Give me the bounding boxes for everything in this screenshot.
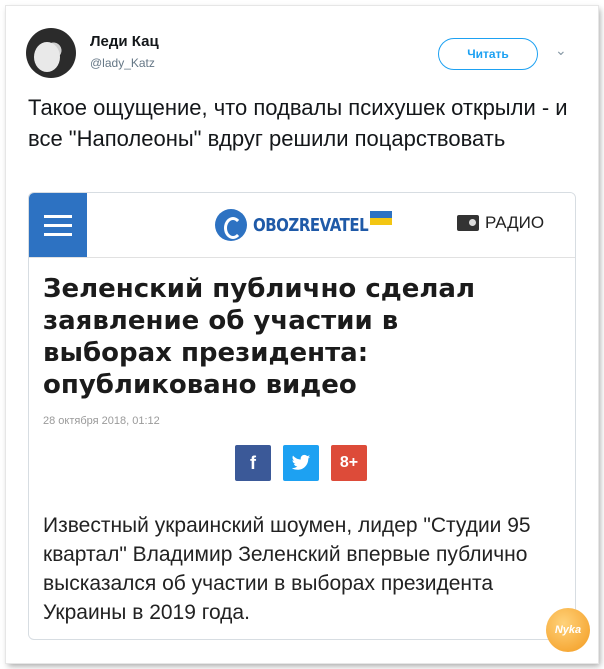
site-name: OBOZREVATEL <box>253 214 369 236</box>
googleplus-share-button[interactable]: 8+ <box>331 445 367 481</box>
article-date: 28 октября 2018, 01:12 <box>43 415 160 427</box>
twitter-bird-icon <box>291 454 311 470</box>
avatar[interactable] <box>26 28 76 78</box>
facebook-share-button[interactable]: f <box>235 445 271 481</box>
article-headline[interactable]: Зеленский публично сделал заявление об у… <box>43 273 513 401</box>
article-lead: Известный украинский шоумен, лидер "Студ… <box>43 514 531 624</box>
follow-button[interactable]: Читать <box>438 38 538 70</box>
author-name[interactable]: Леди Кац <box>90 33 159 50</box>
article-card[interactable]: OBOZREVATEL РАДИО Зеленский публично сде… <box>28 192 576 640</box>
twitter-share-button[interactable] <box>283 445 319 481</box>
site-header: OBOZREVATEL РАДИО <box>29 193 575 258</box>
ukraine-flag-icon <box>370 211 393 225</box>
radio-label: РАДИО <box>485 213 545 232</box>
author-handle[interactable]: @lady_Katz <box>90 56 155 70</box>
tweet-text: Такое ощущение, что подвалы психушек отк… <box>28 95 568 151</box>
radio-icon <box>457 215 479 231</box>
hamburger-menu-icon[interactable] <box>29 193 87 257</box>
chevron-down-icon[interactable]: ⌄ <box>555 42 567 59</box>
site-logo[interactable]: OBOZREVATEL <box>215 207 393 243</box>
logo-circle-icon <box>215 209 247 241</box>
watermark-logo: Nyka <box>546 608 590 652</box>
radio-link[interactable]: РАДИО <box>457 213 544 233</box>
